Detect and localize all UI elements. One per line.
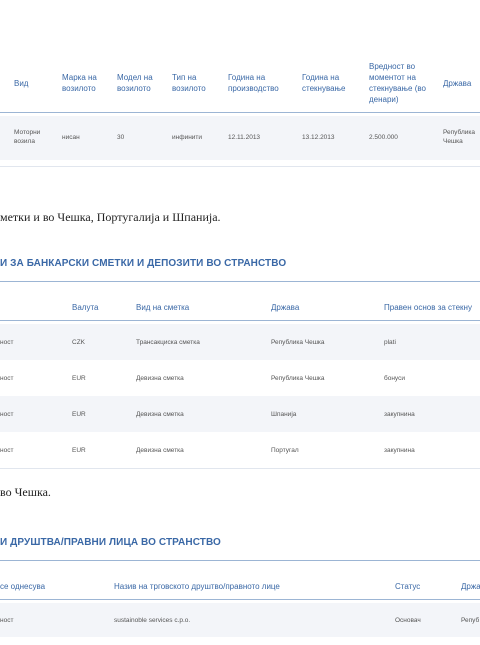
cell-drzava: Република Чешка [271,375,325,382]
cell-drzava: Шпанија [271,411,297,418]
cell-lead: ност [0,411,14,418]
cell-drzava: Република Чешка [271,339,325,346]
cell-vrednost: 2.500.000 [369,134,398,141]
col-header-se-odnesuva: се однесува [0,582,46,591]
cell-lead: ност [0,617,14,624]
cell-vid-smetka: Девизна сметка [136,375,184,382]
col-header-vid-smetka: Вид на сметка [136,303,190,312]
col-header-praven-osnov: Правен основ за стекну [384,303,472,312]
cell-lead: ност [0,447,14,454]
cell-godina-proizvodstvo: 12.11.2013 [228,134,261,141]
col-header-model: Модел на возилото [117,73,153,93]
cell-tip: инфинити [172,134,203,141]
cell-vid-smetka: Девизна сметка [136,411,184,418]
section-title-underline [0,560,480,561]
section-title-underline [0,281,480,282]
col-header-tip: Тип на возилото [172,73,206,93]
cell-lead: ност [0,375,14,382]
header-divider [0,320,480,321]
cell-godina-steknuvanje: 13.12.2013 [302,134,335,141]
col-header-naziv: Назив на трговското друштво/правното лиц… [114,582,280,591]
col-header-status: Статус [395,582,421,591]
cell-valuta: EUR [72,411,86,418]
col-header-drzava: Држава [271,303,300,312]
cell-vid-smetka: Девизна сметка [136,447,184,454]
cell-valuta: EUR [72,375,86,382]
section-title-bank-accounts: И ЗА БАНКАРСКИ СМЕТКИ И ДЕПОЗИТИ ВО СТРА… [0,258,287,269]
table-bottom-divider [0,468,480,469]
cell-osnov: закупнина [384,411,415,418]
col-header-drzava: Држа [461,582,480,591]
col-header-godina-proizvodstvo: Година на производство [228,73,279,93]
cell-naziv: sustainoble services c.p.o. [114,617,191,624]
col-header-vrednost: Вредност во моментот на стекнување (во д… [369,62,426,104]
cell-valuta: EUR [72,447,86,454]
col-header-marka: Марка на возилото [62,73,97,93]
cell-marka: нисан [62,134,80,141]
cell-drzava: Република Чешка [443,129,475,145]
cell-osnov: plati [384,339,396,346]
cell-lead: ност [0,339,14,346]
cell-osnov: закупнина [384,447,415,454]
cell-vid: Моторни возила [14,129,41,145]
header-divider [0,599,480,600]
paragraph-text: во Чешка. [0,485,51,499]
cell-vid-smetka: Трансакциска сметка [136,339,200,346]
cell-drzava: Португал [271,447,299,454]
col-header-vid: Вид [14,79,29,88]
table-bottom-divider [0,166,480,167]
cell-drzava: Репуб [461,617,480,624]
col-header-drzava: Држава [443,79,472,88]
header-divider [0,112,480,113]
col-header-valuta: Валута [72,303,99,312]
col-header-godina-steknuvanje: Година на стекнување [302,73,346,93]
cell-osnov: бонуси [384,375,405,382]
cell-valuta: CZK [72,339,85,346]
paragraph-text: метки и во Чешка, Португалија и Шпанија. [0,210,221,224]
cell-status: Основач [395,617,421,624]
section-title-companies: И ДРУШТВА/ПРАВНИ ЛИЦА ВО СТРАНСТВО [0,537,221,548]
cell-model: 30 [117,134,125,141]
